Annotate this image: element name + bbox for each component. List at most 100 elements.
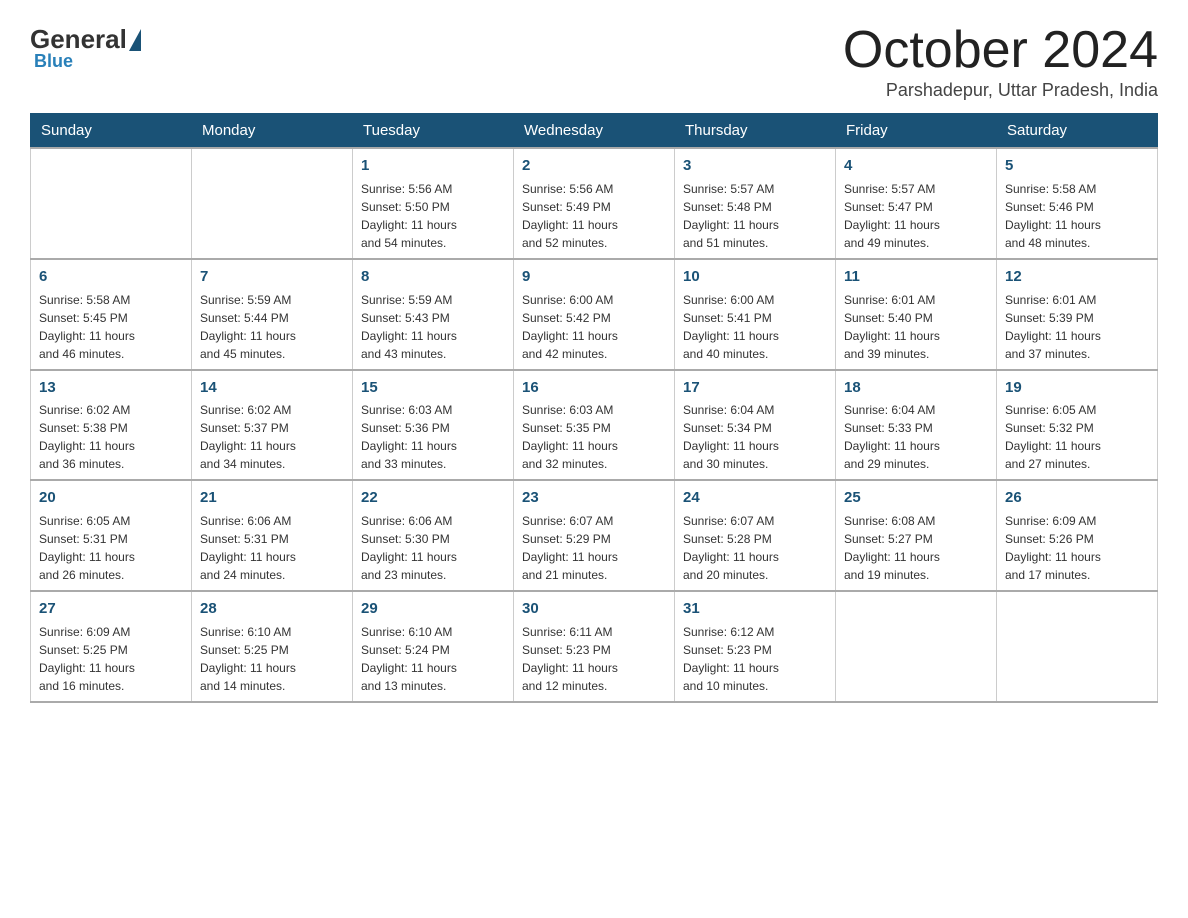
day-number: 21 <box>200 487 344 509</box>
day-info: Sunrise: 6:09 AM Sunset: 5:25 PM Dayligh… <box>39 623 183 695</box>
day-number: 4 <box>844 155 988 177</box>
day-number: 10 <box>683 266 827 288</box>
day-number: 13 <box>39 377 183 399</box>
calendar-cell: 21 Sunrise: 6:06 AM Sunset: 5:31 PM Dayli… <box>192 480 353 591</box>
day-number: 8 <box>361 266 505 288</box>
day-number: 1 <box>361 155 505 177</box>
calendar-week-row: 1 Sunrise: 5:56 AM Sunset: 5:50 PM Daylig… <box>31 148 1158 259</box>
day-number: 6 <box>39 266 183 288</box>
calendar-cell: 19Sunrise: 6:05 AM Sunset: 5:32 PM Dayli… <box>997 370 1158 481</box>
day-number: 2 <box>522 155 666 177</box>
day-info: Sunrise: 5:59 AM Sunset: 5:44 PM Dayligh… <box>200 291 344 363</box>
calendar-cell: 16Sunrise: 6:03 AM Sunset: 5:35 PM Dayli… <box>514 370 675 481</box>
calendar-cell <box>192 148 353 259</box>
calendar-cell: 2 Sunrise: 5:56 AM Sunset: 5:49 PM Daylig… <box>514 148 675 259</box>
logo-blue-text: Blue <box>34 51 73 72</box>
day-number: 22 <box>361 487 505 509</box>
day-number: 16 <box>522 377 666 399</box>
calendar-cell: 5Sunrise: 5:58 AM Sunset: 5:46 PM Daylig… <box>997 148 1158 259</box>
calendar-cell: 27Sunrise: 6:09 AM Sunset: 5:25 PM Dayli… <box>31 591 192 702</box>
day-info: Sunrise: 6:02 AM Sunset: 5:37 PM Dayligh… <box>200 401 344 473</box>
day-number: 3 <box>683 155 827 177</box>
calendar-cell <box>836 591 997 702</box>
calendar-cell: 25 Sunrise: 6:08 AM Sunset: 5:27 PM Dayli… <box>836 480 997 591</box>
day-info: Sunrise: 5:57 AM Sunset: 5:48 PM Dayligh… <box>683 180 827 252</box>
day-number: 23 <box>522 487 666 509</box>
calendar-cell: 18Sunrise: 6:04 AM Sunset: 5:33 PM Dayli… <box>836 370 997 481</box>
day-info: Sunrise: 6:00 AM Sunset: 5:42 PM Dayligh… <box>522 291 666 363</box>
day-number: 9 <box>522 266 666 288</box>
day-number: 20 <box>39 487 183 509</box>
calendar-cell: 22 Sunrise: 6:06 AM Sunset: 5:30 PM Dayli… <box>353 480 514 591</box>
calendar-week-row: 13Sunrise: 6:02 AM Sunset: 5:38 PM Dayli… <box>31 370 1158 481</box>
calendar-cell: 10Sunrise: 6:00 AM Sunset: 5:41 PM Dayli… <box>675 259 836 370</box>
column-header-sunday: Sunday <box>31 114 192 149</box>
day-info: Sunrise: 5:58 AM Sunset: 5:46 PM Dayligh… <box>1005 180 1149 252</box>
calendar-cell: 17Sunrise: 6:04 AM Sunset: 5:34 PM Dayli… <box>675 370 836 481</box>
calendar-cell: 3 Sunrise: 5:57 AM Sunset: 5:48 PM Daylig… <box>675 148 836 259</box>
day-info: Sunrise: 6:07 AM Sunset: 5:29 PM Dayligh… <box>522 512 666 584</box>
calendar-table: SundayMondayTuesdayWednesdayThursdayFrid… <box>30 113 1158 703</box>
day-number: 29 <box>361 598 505 620</box>
day-info: Sunrise: 5:57 AM Sunset: 5:47 PM Dayligh… <box>844 180 988 252</box>
calendar-cell: 15Sunrise: 6:03 AM Sunset: 5:36 PM Dayli… <box>353 370 514 481</box>
day-info: Sunrise: 6:05 AM Sunset: 5:31 PM Dayligh… <box>39 512 183 584</box>
location-title: Parshadepur, Uttar Pradesh, India <box>843 80 1158 101</box>
day-info: Sunrise: 6:06 AM Sunset: 5:30 PM Dayligh… <box>361 512 505 584</box>
calendar-cell: 26Sunrise: 6:09 AM Sunset: 5:26 PM Dayli… <box>997 480 1158 591</box>
calendar-cell: 11 Sunrise: 6:01 AM Sunset: 5:40 PM Dayli… <box>836 259 997 370</box>
calendar-cell: 6 Sunrise: 5:58 AM Sunset: 5:45 PM Daylig… <box>31 259 192 370</box>
calendar-week-row: 6 Sunrise: 5:58 AM Sunset: 5:45 PM Daylig… <box>31 259 1158 370</box>
calendar-cell: 12Sunrise: 6:01 AM Sunset: 5:39 PM Dayli… <box>997 259 1158 370</box>
day-info: Sunrise: 6:03 AM Sunset: 5:36 PM Dayligh… <box>361 401 505 473</box>
day-info: Sunrise: 6:10 AM Sunset: 5:24 PM Dayligh… <box>361 623 505 695</box>
calendar-cell: 4 Sunrise: 5:57 AM Sunset: 5:47 PM Daylig… <box>836 148 997 259</box>
day-number: 17 <box>683 377 827 399</box>
calendar-cell: 9 Sunrise: 6:00 AM Sunset: 5:42 PM Daylig… <box>514 259 675 370</box>
calendar-cell: 24Sunrise: 6:07 AM Sunset: 5:28 PM Dayli… <box>675 480 836 591</box>
day-info: Sunrise: 6:05 AM Sunset: 5:32 PM Dayligh… <box>1005 401 1149 473</box>
title-area: October 2024 Parshadepur, Uttar Pradesh,… <box>843 24 1158 101</box>
day-number: 28 <box>200 598 344 620</box>
day-number: 30 <box>522 598 666 620</box>
day-number: 18 <box>844 377 988 399</box>
day-number: 31 <box>683 598 827 620</box>
day-number: 25 <box>844 487 988 509</box>
day-info: Sunrise: 6:08 AM Sunset: 5:27 PM Dayligh… <box>844 512 988 584</box>
calendar-cell: 30 Sunrise: 6:11 AM Sunset: 5:23 PM Dayli… <box>514 591 675 702</box>
calendar-week-row: 27Sunrise: 6:09 AM Sunset: 5:25 PM Dayli… <box>31 591 1158 702</box>
page-header: General Blue October 2024 Parshadepur, U… <box>30 24 1158 101</box>
day-info: Sunrise: 5:58 AM Sunset: 5:45 PM Dayligh… <box>39 291 183 363</box>
day-number: 19 <box>1005 377 1149 399</box>
calendar-cell: 29 Sunrise: 6:10 AM Sunset: 5:24 PM Dayli… <box>353 591 514 702</box>
calendar-cell: 28 Sunrise: 6:10 AM Sunset: 5:25 PM Dayli… <box>192 591 353 702</box>
day-number: 24 <box>683 487 827 509</box>
day-info: Sunrise: 6:11 AM Sunset: 5:23 PM Dayligh… <box>522 623 666 695</box>
column-header-wednesday: Wednesday <box>514 114 675 149</box>
day-info: Sunrise: 6:06 AM Sunset: 5:31 PM Dayligh… <box>200 512 344 584</box>
column-header-thursday: Thursday <box>675 114 836 149</box>
calendar-cell: 1 Sunrise: 5:56 AM Sunset: 5:50 PM Daylig… <box>353 148 514 259</box>
logo-triangle-icon <box>129 29 141 51</box>
calendar-cell: 20 Sunrise: 6:05 AM Sunset: 5:31 PM Dayli… <box>31 480 192 591</box>
day-number: 12 <box>1005 266 1149 288</box>
day-info: Sunrise: 5:56 AM Sunset: 5:49 PM Dayligh… <box>522 180 666 252</box>
calendar-cell: 14Sunrise: 6:02 AM Sunset: 5:37 PM Dayli… <box>192 370 353 481</box>
day-info: Sunrise: 6:01 AM Sunset: 5:40 PM Dayligh… <box>844 291 988 363</box>
column-header-monday: Monday <box>192 114 353 149</box>
day-number: 11 <box>844 266 988 288</box>
column-header-friday: Friday <box>836 114 997 149</box>
day-info: Sunrise: 5:59 AM Sunset: 5:43 PM Dayligh… <box>361 291 505 363</box>
calendar-cell <box>997 591 1158 702</box>
day-info: Sunrise: 6:04 AM Sunset: 5:34 PM Dayligh… <box>683 401 827 473</box>
day-info: Sunrise: 5:56 AM Sunset: 5:50 PM Dayligh… <box>361 180 505 252</box>
day-info: Sunrise: 6:10 AM Sunset: 5:25 PM Dayligh… <box>200 623 344 695</box>
calendar-cell: 13Sunrise: 6:02 AM Sunset: 5:38 PM Dayli… <box>31 370 192 481</box>
day-number: 15 <box>361 377 505 399</box>
calendar-week-row: 20 Sunrise: 6:05 AM Sunset: 5:31 PM Dayli… <box>31 480 1158 591</box>
calendar-header-row: SundayMondayTuesdayWednesdayThursdayFrid… <box>31 114 1158 149</box>
day-info: Sunrise: 6:02 AM Sunset: 5:38 PM Dayligh… <box>39 401 183 473</box>
day-info: Sunrise: 6:12 AM Sunset: 5:23 PM Dayligh… <box>683 623 827 695</box>
day-info: Sunrise: 6:03 AM Sunset: 5:35 PM Dayligh… <box>522 401 666 473</box>
day-number: 7 <box>200 266 344 288</box>
